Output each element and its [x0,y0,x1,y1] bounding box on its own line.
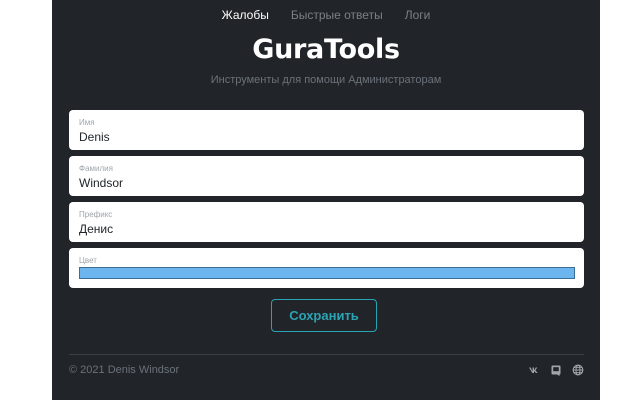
top-nav: Жалобы Быстрые ответы Логи [52,8,600,22]
nav-item-logs[interactable]: Логи [405,8,431,22]
nav-item-complaints[interactable]: Жалобы [222,8,269,22]
prefix-field[interactable]: Префикс Денис [69,202,584,242]
prefix-label: Префикс [79,210,113,219]
globe-icon[interactable] [572,363,584,376]
page-title: GuraTools [252,34,400,65]
discord-icon[interactable] [550,363,562,376]
nav-item-quick-replies[interactable]: Быстрые ответы [291,8,383,22]
vk-icon[interactable] [528,363,540,375]
main-panel: Жалобы Быстрые ответы Логи GuraTools Инс… [52,0,600,400]
save-button[interactable]: Сохранить [271,299,377,332]
page-subtitle: Инструменты для помощи Администраторам [210,74,442,86]
first-name-input[interactable]: Denis [79,130,110,144]
footer-divider [69,354,584,355]
prefix-input[interactable]: Денис [79,222,113,236]
last-name-field[interactable]: Фамилия Windsor [69,156,584,196]
color-label: Цвет [79,256,97,265]
first-name-field[interactable]: Имя Denis [69,110,584,150]
last-name-input[interactable]: Windsor [79,176,123,190]
first-name-label: Имя [79,118,95,127]
color-picker[interactable] [79,267,575,279]
color-field[interactable]: Цвет [69,248,584,288]
last-name-label: Фамилия [79,164,113,173]
footer-social-icons [528,363,584,376]
copyright-text: © 2021 Denis Windsor [69,364,180,376]
